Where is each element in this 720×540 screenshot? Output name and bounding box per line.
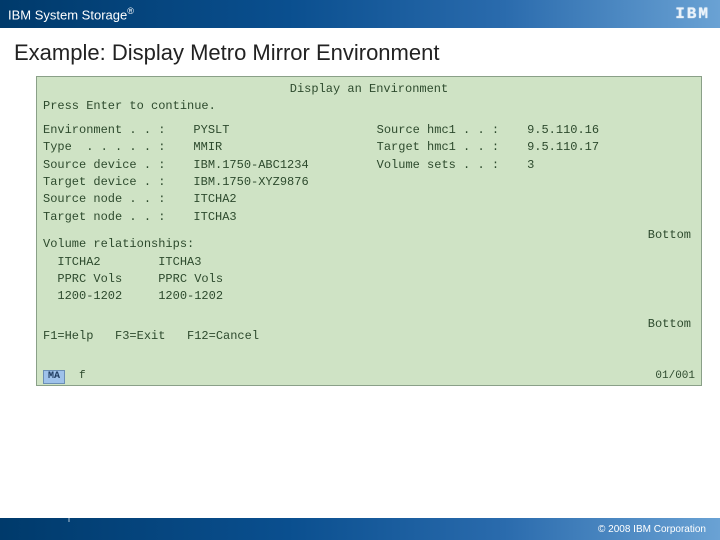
function-keys[interactable]: F1=Help F3=Exit F12=Cancel: [43, 328, 259, 345]
registered-mark: ®: [127, 6, 134, 16]
product-name: IBM System Storage®: [8, 6, 134, 22]
terminal-fields: Environment . . : Type . . . . . : Sourc…: [43, 122, 695, 226]
bottom-marker-1: Bottom: [648, 227, 691, 244]
page-title: Example: Display Metro Mirror Environmen…: [0, 28, 720, 74]
field-values-right: 9.5.110.16 9.5.110.17 3: [527, 122, 599, 226]
terminal-prompt: Press Enter to continue.: [43, 98, 695, 115]
field-values-left: PYSLT MMIR IBM.1750-ABC1234 IBM.1750-XYZ…: [193, 122, 308, 226]
terminal-screen: Display an Environment Press Enter to co…: [36, 76, 702, 386]
slide-footer: © 2008 IBM Corporation: [0, 518, 720, 540]
status-ma: MA: [43, 370, 65, 384]
field-labels-left: Environment . . : Type . . . . . : Sourc…: [43, 122, 165, 226]
field-labels-right: Source hmc1 . . : Target hmc1 . . : Volu…: [377, 122, 499, 226]
volume-relationships: Volume relationships: ITCHA2 ITCHA3 PPRC…: [43, 236, 695, 306]
terminal-title: Display an Environment: [43, 81, 695, 98]
ibm-logo: IBM: [675, 5, 710, 23]
terminal-status-bar: MA f 01/001: [37, 369, 701, 385]
copyright-text: © 2008 IBM Corporation: [598, 524, 706, 535]
product-name-text: IBM System Storage: [8, 7, 127, 22]
slide-body-spacer: [0, 408, 720, 518]
status-f: f: [79, 369, 86, 385]
status-position: 01/001: [655, 369, 695, 385]
bottom-marker-2: Bottom: [648, 316, 691, 333]
footer-divider: [68, 516, 70, 522]
slide-header: IBM System Storage® IBM: [0, 0, 720, 28]
